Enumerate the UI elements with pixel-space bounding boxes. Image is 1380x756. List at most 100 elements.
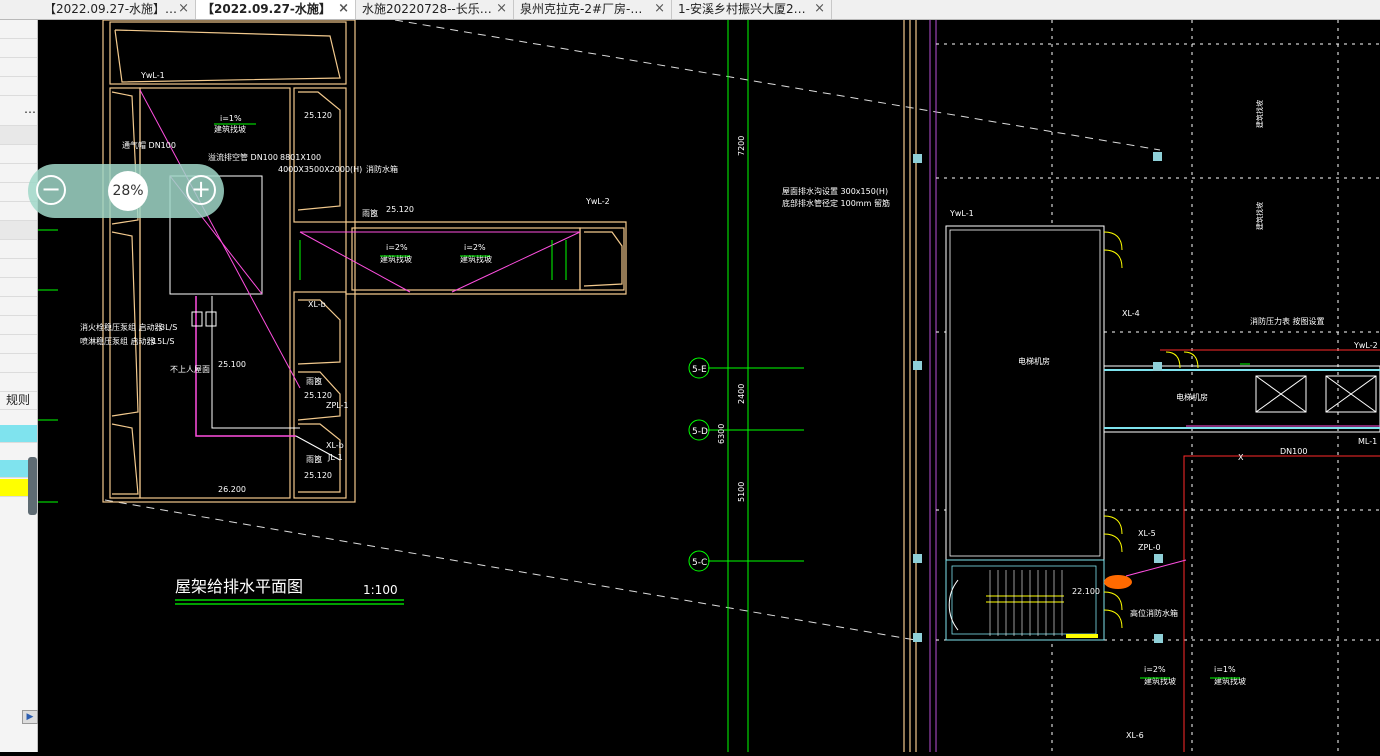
tab-label: 1-安溪乡村振兴大厦2…	[678, 2, 806, 16]
svg-text:25.100: 25.100	[218, 360, 246, 369]
panel-row[interactable]	[0, 126, 37, 145]
svg-text:5-D: 5-D	[692, 427, 708, 437]
left-property-panel: … 规则 ▶	[0, 20, 38, 752]
tab-label: 【2022.09.27-水施】…	[44, 2, 178, 16]
svg-text:JL-1: JL-1	[327, 453, 343, 462]
svg-text:25.120: 25.120	[304, 471, 332, 480]
svg-text:i=2%: i=2%	[1144, 665, 1166, 674]
svg-text:雨篦: 雨篦	[306, 454, 322, 464]
svg-text:6300: 6300	[717, 424, 726, 444]
drawing-title: 屋架给排水平面图	[175, 577, 303, 596]
panel-row[interactable]	[0, 240, 37, 259]
zoom-level: 28%	[108, 171, 148, 211]
stair-room	[945, 225, 1105, 561]
panel-row[interactable]	[0, 58, 37, 77]
svg-text:ZPL-0: ZPL-0	[1138, 543, 1161, 552]
zoom-control: − 28% +	[28, 164, 224, 218]
svg-text:雨篦: 雨篦	[362, 208, 378, 218]
cursor-marker	[1104, 575, 1132, 589]
svg-text:消防压力表 按图设置: 消防压力表 按图设置	[1250, 316, 1325, 326]
panel-row[interactable]	[0, 39, 37, 58]
roof-plan-outline	[102, 19, 627, 503]
svg-text:消防水箱: 消防水箱	[366, 164, 398, 174]
tab-doc-3[interactable]: 水施20220728--长乐… ×	[356, 0, 514, 19]
svg-text:25.120: 25.120	[386, 205, 414, 214]
svg-text:YwL-1: YwL-1	[949, 209, 974, 218]
panel-row[interactable]	[0, 335, 37, 354]
panel-row[interactable]	[0, 221, 37, 240]
zoom-out-button[interactable]: −	[36, 175, 66, 205]
svg-text:i=2%: i=2%	[464, 243, 486, 252]
svg-text:7200: 7200	[737, 136, 746, 156]
svg-text:底部排水管径定 100mm 留筋: 底部排水管径定 100mm 留筋	[782, 198, 890, 208]
svg-text:YwL-1: YwL-1	[140, 71, 165, 80]
tab-label: 水施20220728--长乐…	[362, 2, 492, 16]
dashed-link-line	[394, 19, 1161, 151]
svg-text:电梯机房: 电梯机房	[1018, 356, 1050, 366]
svg-text:XL-4: XL-4	[1122, 309, 1140, 318]
panel-row[interactable]	[0, 77, 37, 96]
svg-text:通气帽 DN100: 通气帽 DN100	[122, 140, 176, 150]
panel-row[interactable]	[0, 259, 37, 278]
svg-text:5-C: 5-C	[692, 558, 707, 568]
svg-text:XL-6: XL-6	[1126, 731, 1144, 740]
tab-doc-5[interactable]: 1-安溪乡村振兴大厦2… ×	[672, 0, 832, 19]
close-icon[interactable]: ×	[178, 0, 189, 18]
panel-row[interactable]	[0, 278, 37, 297]
svg-text:4000X3500X2000(H): 4000X3500X2000(H)	[278, 165, 362, 174]
svg-text:5-E: 5-E	[692, 365, 707, 375]
svg-text:屋面排水沟设置 300x150(H): 屋面排水沟设置 300x150(H)	[782, 186, 888, 196]
document-tab-bar: 【2022.09.27-水施】… × 【2022.09.27-水施】 × 水施2…	[0, 0, 1380, 20]
tab-label: 【2022.09.27-水施】	[202, 2, 331, 16]
panel-row[interactable]	[0, 354, 37, 373]
tab-doc-1[interactable]: 【2022.09.27-水施】… ×	[38, 0, 196, 19]
svg-text:不上人屋面: 不上人屋面	[170, 365, 210, 374]
svg-text:2400: 2400	[737, 384, 746, 404]
expand-arrow-icon[interactable]: ▶	[22, 710, 38, 724]
svg-text:ML-1: ML-1	[1358, 437, 1377, 446]
svg-text:电梯机房: 电梯机房	[1176, 392, 1208, 402]
more-button[interactable]: …	[24, 102, 36, 116]
panel-row[interactable]	[0, 20, 37, 39]
svg-text:高位消防水箱: 高位消防水箱	[1130, 608, 1178, 618]
svg-text:25.120: 25.120	[304, 391, 332, 400]
svg-text:XL-b: XL-b	[326, 441, 344, 450]
svg-text:建筑找坡: 建筑找坡	[1255, 100, 1264, 128]
svg-text:YwL-2: YwL-2	[1353, 341, 1378, 350]
panel-row[interactable]	[0, 316, 37, 335]
right-building-walls	[903, 20, 917, 752]
svg-text:消火栓稳压泵组 启动器: 消火栓稳压泵组 启动器	[80, 322, 163, 332]
close-icon[interactable]: ×	[338, 0, 349, 18]
rules-row[interactable]: 规则	[0, 388, 37, 410]
rules-label: 规则	[6, 393, 31, 407]
close-icon[interactable]: ×	[814, 0, 825, 18]
svg-text:DN100: DN100	[1280, 447, 1307, 456]
svg-text:溢流排空管 DN100: 溢流排空管 DN100	[208, 152, 278, 162]
cad-drawing: YwL-1 i=1% 建筑找坡 25.120 通气帽 DN100 溢流排空管 D…	[38, 19, 1380, 752]
svg-text:雨篦: 雨篦	[306, 376, 322, 386]
panel-row[interactable]	[0, 297, 37, 316]
svg-text:XL-5: XL-5	[1138, 529, 1156, 538]
tab-doc-4[interactable]: 泉州克拉克-2#厂房-… ×	[514, 0, 672, 19]
zoom-in-button[interactable]: +	[186, 175, 216, 205]
svg-text:i=1%: i=1%	[220, 114, 242, 123]
svg-text:i=1%: i=1%	[1214, 665, 1236, 674]
panel-row[interactable]	[0, 145, 37, 164]
svg-text:建筑找坡: 建筑找坡	[1255, 202, 1264, 230]
svg-text:5100: 5100	[737, 482, 746, 502]
svg-text:i=2%: i=2%	[386, 243, 408, 252]
svg-text:YwL-2: YwL-2	[585, 197, 610, 206]
svg-text:26.200: 26.200	[218, 485, 246, 494]
panel-row-more[interactable]: …	[0, 96, 37, 126]
dashed-link-line	[104, 499, 916, 641]
svg-text:3L/S: 3L/S	[160, 323, 177, 332]
close-icon[interactable]: ×	[654, 0, 665, 18]
close-icon[interactable]: ×	[496, 0, 507, 18]
color-swatch-cyan[interactable]	[0, 425, 37, 443]
panel-scroll-handle[interactable]	[28, 457, 37, 515]
svg-text:22.100: 22.100	[1072, 587, 1100, 596]
cad-drawing-canvas[interactable]: YwL-1 i=1% 建筑找坡 25.120 通气帽 DN100 溢流排空管 D…	[38, 19, 1380, 752]
svg-text:X: X	[1238, 453, 1244, 462]
tab-doc-2[interactable]: 【2022.09.27-水施】 ×	[196, 0, 356, 19]
tab-label: 泉州克拉克-2#厂房-…	[520, 2, 643, 16]
